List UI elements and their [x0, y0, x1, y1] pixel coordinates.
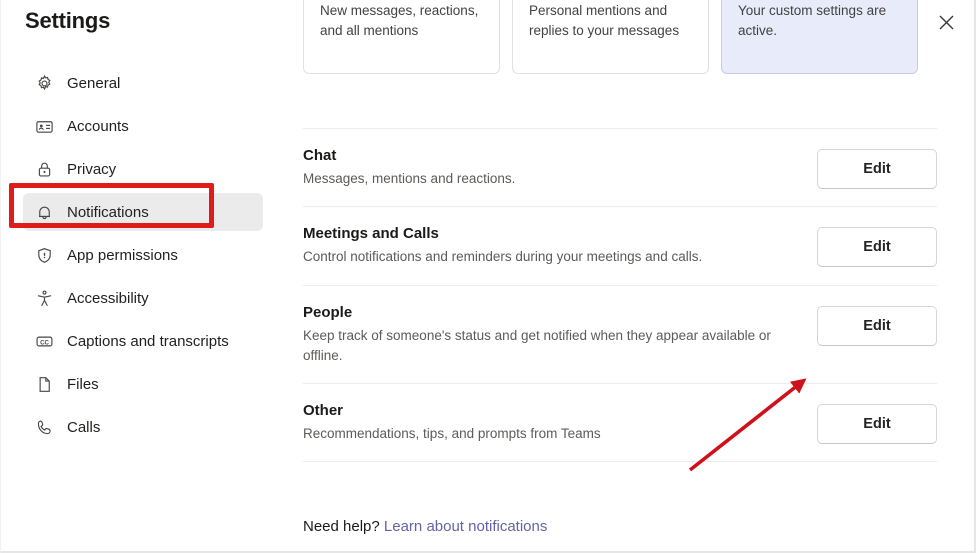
- settings-row-other: Other Recommendations, tips, and prompts…: [303, 384, 937, 461]
- row-title: People: [303, 303, 353, 321]
- sidebar-item-label: Privacy: [67, 160, 117, 178]
- row-description: Keep track of someone's status and get n…: [303, 327, 771, 363]
- sidebar-item-label: Captions and transcripts: [67, 332, 229, 350]
- sidebar-item-files[interactable]: Files: [23, 365, 263, 403]
- settings-window: Settings General Accounts Privacy Notifi…: [0, 0, 976, 553]
- edit-button-chat[interactable]: Edit: [817, 149, 937, 189]
- cc-icon: CC: [33, 330, 55, 352]
- row-title: Meetings and Calls: [303, 225, 439, 243]
- edit-button-meetings-and-calls[interactable]: Edit: [817, 227, 937, 268]
- sidebar-item-label: Calls: [67, 418, 101, 436]
- bell-icon: [33, 201, 55, 223]
- mode-card-description: New messages, reactions, and all mention…: [320, 3, 479, 38]
- edit-button-other[interactable]: Edit: [817, 404, 937, 444]
- row-description: Control notifications and reminders duri…: [303, 249, 703, 265]
- sidebar-item-accessibility[interactable]: Accessibility: [23, 279, 263, 317]
- sidebar-item-calls[interactable]: Calls: [23, 408, 263, 446]
- lock-icon: [33, 158, 55, 180]
- gear-icon: [33, 72, 55, 94]
- learn-about-notifications-link[interactable]: Learn about notifications: [384, 518, 547, 535]
- sidebar-item-accounts[interactable]: Accounts: [23, 107, 263, 145]
- sidebar-item-label: App permissions: [67, 246, 178, 264]
- row-description: Recommendations, tips, and prompts from …: [303, 426, 601, 441]
- id-card-icon: [33, 115, 55, 137]
- settings-row-chat: Chat Messages, mentions and reactions. E…: [303, 129, 937, 206]
- row-description: Messages, mentions and reactions.: [303, 171, 516, 186]
- row-text-block: People Keep track of someone's status an…: [303, 304, 783, 367]
- sidebar-item-label: Files: [67, 375, 99, 393]
- sidebar-nav-list: General Accounts Privacy Notifications A…: [1, 64, 285, 446]
- notification-mode-cards: All activity New messages, reactions, an…: [303, 0, 918, 74]
- help-footer: Need help? Learn about notifications: [303, 518, 547, 535]
- mode-card-mentions[interactable]: Mentions Personal mentions and replies t…: [512, 0, 709, 74]
- sidebar-item-general[interactable]: General: [23, 64, 263, 102]
- settings-row-list: Chat Messages, mentions and reactions. E…: [303, 128, 937, 463]
- settings-sidebar: Settings General Accounts Privacy Notifi…: [1, 0, 285, 551]
- row-title: Other: [303, 402, 344, 419]
- row-text-block: Meetings and Calls Control notifications…: [303, 225, 702, 267]
- mode-card-description: Personal mentions and replies to your me…: [529, 3, 680, 38]
- mode-card-all-activity[interactable]: All activity New messages, reactions, an…: [303, 0, 500, 74]
- sidebar-item-label: General: [67, 74, 121, 92]
- sidebar-item-notifications[interactable]: Notifications: [23, 193, 263, 231]
- sidebar-item-label: Accounts: [67, 117, 129, 135]
- row-title: Chat: [303, 147, 337, 164]
- sidebar-item-app-permissions[interactable]: App permissions: [23, 236, 263, 274]
- page-title: Settings: [25, 8, 111, 33]
- phone-icon: [33, 416, 55, 438]
- settings-row-meetings-and-calls: Meetings and Calls Control notifications…: [303, 207, 937, 284]
- sidebar-item-privacy[interactable]: Privacy: [23, 150, 263, 188]
- edit-button-people[interactable]: Edit: [817, 305, 937, 346]
- mode-card-custom[interactable]: Custom Your custom settings are active.: [721, 0, 918, 74]
- accessibility-icon: [33, 287, 55, 309]
- shield-icon: [33, 244, 55, 266]
- mode-card-description: Your custom settings are active.: [738, 3, 887, 38]
- row-text-block: Other Recommendations, tips, and prompts…: [303, 402, 601, 444]
- help-prefix-label: Need help?: [303, 518, 380, 535]
- sidebar-item-label: Notifications: [67, 203, 149, 221]
- settings-row-people: People Keep track of someone's status an…: [303, 286, 937, 384]
- sidebar-item-label: Accessibility: [67, 289, 149, 307]
- notifications-settings-panel: All activity New messages, reactions, an…: [285, 0, 974, 551]
- svg-text:CC: CC: [40, 339, 49, 346]
- sidebar-item-captions-and-transcripts[interactable]: CC Captions and transcripts: [23, 322, 263, 360]
- file-icon: [33, 373, 55, 395]
- row-text-block: Chat Messages, mentions and reactions.: [303, 147, 515, 189]
- row-divider: [303, 461, 937, 463]
